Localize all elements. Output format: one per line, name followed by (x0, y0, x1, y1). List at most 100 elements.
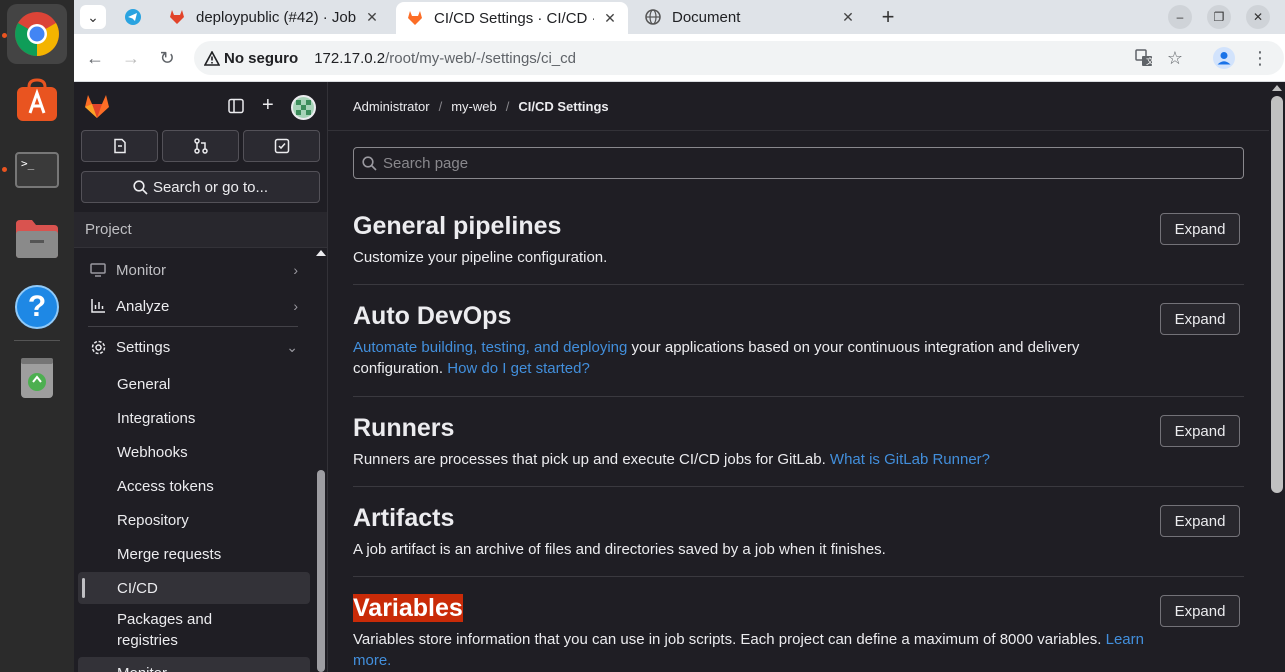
user-avatar[interactable] (291, 95, 316, 120)
dock-trash[interactable] (7, 347, 67, 407)
expand-button[interactable]: Expand (1160, 415, 1240, 447)
breadcrumb-current[interactable]: CI/CD Settings (518, 99, 608, 114)
tab-search-button[interactable]: ⌄ (80, 5, 106, 29)
section-divider (353, 396, 1244, 397)
section-description: Customize your pipeline configuration. (353, 249, 608, 266)
close-window-button[interactable]: ✕ (1246, 5, 1270, 29)
section-description: Automate building, testing, and deployin… (353, 339, 1080, 377)
scroll-up-arrow-icon[interactable] (1272, 85, 1282, 91)
create-new-button[interactable]: + (262, 94, 274, 117)
section-title: Artifacts (353, 504, 455, 532)
dock-app-center[interactable] (7, 70, 67, 130)
sidebar-item-webhooks[interactable]: Webhooks (78, 436, 310, 468)
sidebar-item-general[interactable]: General (78, 368, 310, 400)
gitlab-logo[interactable] (83, 93, 111, 124)
merge-requests-button[interactable] (162, 130, 239, 162)
todos-button[interactable] (243, 130, 320, 162)
scroll-up-arrow-icon[interactable] (316, 250, 326, 256)
sidebar-item-merge-requests[interactable]: Merge requests (78, 538, 310, 570)
chart-icon (88, 298, 108, 314)
security-indicator[interactable]: No seguro (204, 50, 298, 67)
gitlab-runner-link[interactable]: What is GitLab Runner? (830, 451, 990, 468)
profile-button[interactable] (1212, 46, 1236, 70)
sidebar-section-header: Project (74, 212, 327, 248)
chrome-icon (15, 12, 59, 56)
tab-jobs[interactable]: deploypublic (#42) · Jobs ✕ (158, 2, 390, 32)
section-artifacts: Artifacts A job artifact is an archive o… (353, 503, 1244, 560)
search-page-input[interactable]: Search page (353, 147, 1244, 179)
sidebar-scrollbar-thumb[interactable] (317, 470, 325, 672)
new-tab-button[interactable]: + (876, 4, 900, 29)
gitlab-icon (168, 8, 186, 26)
sidebar-item-access-tokens[interactable]: Access tokens (78, 470, 310, 502)
get-started-link[interactable]: How do I get started? (447, 360, 590, 377)
sidebar-item-repository[interactable]: Repository (78, 504, 310, 536)
globe-icon (644, 8, 662, 26)
close-tab-icon[interactable]: ✕ (840, 9, 856, 26)
avatar-icon (1213, 47, 1235, 69)
breadcrumb-separator: / (505, 99, 510, 114)
merge-request-icon (193, 138, 208, 154)
restore-button[interactable]: ❐ (1207, 5, 1231, 29)
section-runners: Runners Runners are processes that pick … (353, 413, 1244, 470)
sidebar-item-monitor[interactable]: Monitor › (78, 254, 310, 286)
dock-terminal[interactable]: >_ (7, 140, 67, 200)
gitlab-sidebar: + Search or go to... Project Monitor › A… (74, 82, 328, 672)
minimize-button[interactable]: – (1168, 5, 1192, 29)
sidebar-item-monitor-settings[interactable]: Monitor (78, 657, 310, 672)
sidebar-scrollbar[interactable] (314, 248, 327, 672)
section-divider (353, 284, 1244, 285)
reload-button[interactable]: ↻ (155, 46, 179, 70)
tab-title: CI/CD Settings · CI/CD · S (434, 9, 594, 27)
url-path: /root/my-web/-/settings/ci_cd (385, 49, 576, 67)
sidebar-item-analyze[interactable]: Analyze › (78, 290, 310, 322)
sidebar-item-integrations[interactable]: Integrations (78, 402, 310, 434)
warning-icon (204, 50, 220, 66)
ubuntu-dock: >_ ? (0, 0, 74, 672)
expand-button[interactable]: Expand (1160, 595, 1240, 627)
browser-menu-button[interactable]: ⋮ (1248, 46, 1272, 70)
kebab-menu-icon: ⋮ (1251, 47, 1269, 68)
gitlab-icon (406, 9, 424, 27)
page-scrollbar[interactable] (1269, 82, 1285, 672)
page-scrollbar-thumb[interactable] (1271, 96, 1283, 493)
back-arrow-icon: ← (86, 47, 104, 68)
auto-devops-link[interactable]: Automate building, testing, and deployin… (353, 339, 627, 356)
toggle-sidebar-button[interactable] (228, 98, 244, 119)
sidebar-item-settings[interactable]: Settings ⌄ (78, 331, 310, 363)
expand-button[interactable]: Expand (1160, 303, 1240, 335)
sidebar-item-packages-registries[interactable]: Packages and registries (78, 608, 218, 652)
dock-help[interactable]: ? (7, 277, 67, 337)
search-or-go-to-button[interactable]: Search or go to... (81, 171, 320, 203)
terminal-icon: >_ (15, 152, 59, 188)
translate-button[interactable]: 文 (1132, 46, 1156, 70)
expand-button[interactable]: Expand (1160, 505, 1240, 537)
back-button[interactable]: ← (83, 46, 107, 70)
section-description: A job artifact is an archive of files an… (353, 541, 886, 558)
sidebar-item-cicd[interactable]: CI/CD (78, 572, 310, 604)
bookmark-button[interactable]: ☆ (1163, 46, 1187, 70)
address-bar[interactable]: No seguro 172.17.0.2/root/my-web/-/setti… (194, 41, 1284, 75)
section-description: Variables store information that you can… (353, 631, 1144, 669)
expand-button[interactable]: Expand (1160, 213, 1240, 245)
breadcrumb: Administrator / my-web / CI/CD Settings (353, 99, 609, 114)
search-icon (362, 155, 377, 171)
section-title: Runners (353, 414, 455, 442)
svg-text:文: 文 (1146, 56, 1153, 66)
breadcrumb-item[interactable]: Administrator (353, 99, 430, 114)
tab-cicd-settings[interactable]: CI/CD Settings · CI/CD · S ✕ (396, 2, 628, 34)
section-divider (353, 486, 1244, 487)
dock-chrome[interactable] (7, 4, 67, 64)
trash-icon (21, 358, 53, 398)
search-placeholder: Search page (383, 154, 469, 172)
close-tab-icon[interactable]: ✕ (602, 10, 618, 27)
browser-toolbar: ← → ↻ No seguro 172.17.0.2/root/my-web/-… (74, 34, 1285, 82)
close-tab-icon[interactable]: ✕ (364, 9, 380, 26)
breadcrumb-item[interactable]: my-web (451, 99, 497, 114)
forward-button[interactable]: → (119, 46, 143, 70)
tab-title: Document (672, 8, 741, 26)
section-title: Auto DevOps (353, 302, 512, 330)
issues-button[interactable] (81, 130, 158, 162)
dock-files[interactable] (7, 208, 67, 268)
tab-document[interactable]: Document ✕ (634, 2, 866, 32)
